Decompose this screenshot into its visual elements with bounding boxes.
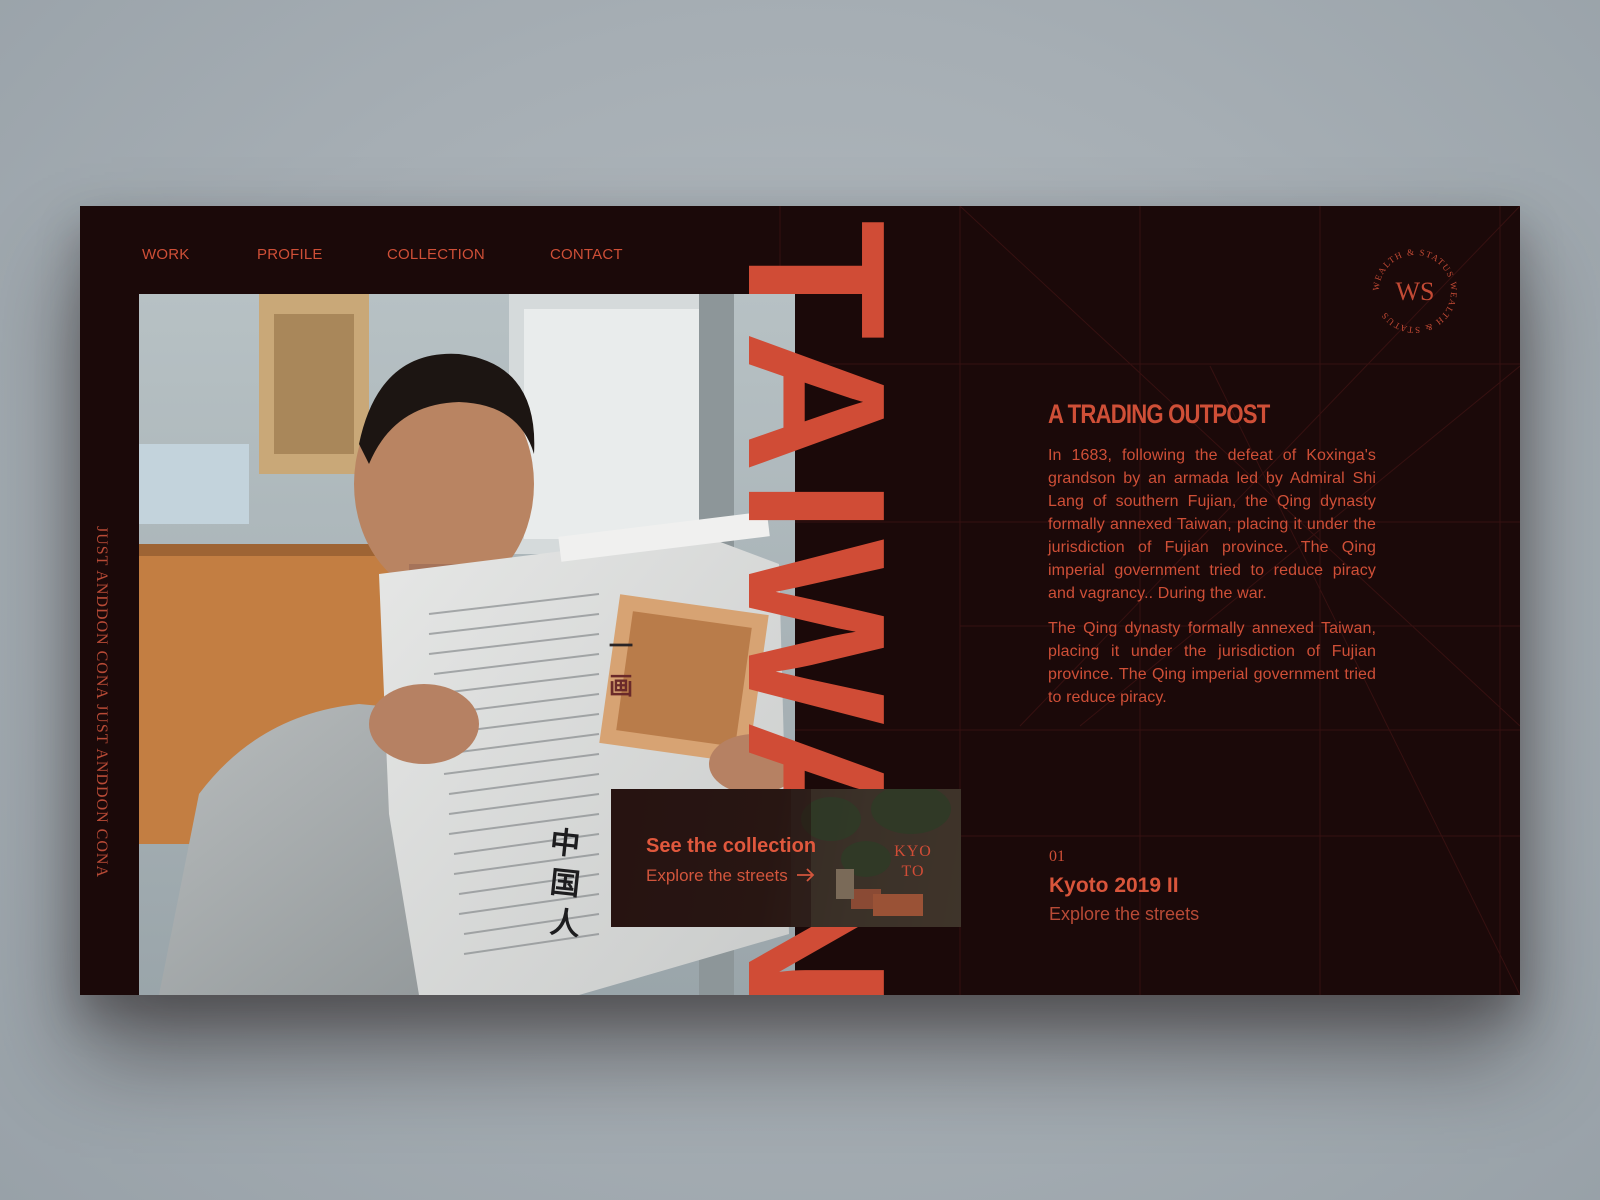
main-nav: WORK PROFILE COLLECTION CONTACT: [142, 246, 623, 263]
ws-logo-icon[interactable]: WEALTH & STATUS WEALTH & STATUS WS: [1370, 246, 1460, 336]
collection-card[interactable]: See the collection Explore the streets K…: [611, 789, 961, 927]
article-paragraph-2: The Qing dynasty formally annexed Taiwan…: [1048, 620, 1376, 706]
card-thumb-label: KYO TO: [888, 842, 938, 882]
hero-frame: WORK PROFILE COLLECTION CONTACT JUST AND…: [80, 206, 1520, 995]
nav-item-work[interactable]: WORK: [142, 246, 257, 263]
card-title: See the collection: [646, 835, 817, 857]
article-heading: A TRADING OUTPOST: [1048, 399, 1270, 429]
slide-index: 01: [1049, 848, 1065, 865]
svg-text:中: 中: [548, 826, 581, 862]
svg-text:国: 国: [548, 866, 581, 902]
card-thumb-label-line2: TO: [901, 863, 925, 880]
card-thumb-label-line1: KYO: [894, 843, 932, 860]
nav-item-collection[interactable]: COLLECTION: [387, 246, 550, 263]
article: A TRADING OUTPOST In 1683, following the…: [1048, 398, 1376, 709]
svg-text:一: 一: [609, 633, 633, 660]
svg-text:人: 人: [548, 906, 581, 942]
arrow-right-icon: [797, 868, 815, 882]
logo-monogram: WS: [1396, 277, 1435, 306]
svg-text:画: 画: [609, 673, 633, 700]
side-text: JUST ANDDON CONA JUST ANDDON CONA: [93, 526, 110, 879]
slide-title: Kyoto 2019 II: [1049, 874, 1179, 897]
slide-explore-link[interactable]: Explore the streets: [1049, 904, 1199, 925]
card-explore-label: Explore the streets: [646, 866, 788, 885]
nav-item-profile[interactable]: PROFILE: [257, 246, 387, 263]
card-explore-link[interactable]: Explore the streets: [646, 866, 816, 886]
article-paragraph-1: In 1683, following the defeat of Koxinga…: [1048, 447, 1376, 602]
hero-title-wrap: TAIWAN: [707, 220, 926, 995]
slide-caption: 01 Kyoto 2019 II Explore the streets: [1049, 848, 1199, 925]
nav-item-contact[interactable]: CONTACT: [550, 246, 623, 263]
